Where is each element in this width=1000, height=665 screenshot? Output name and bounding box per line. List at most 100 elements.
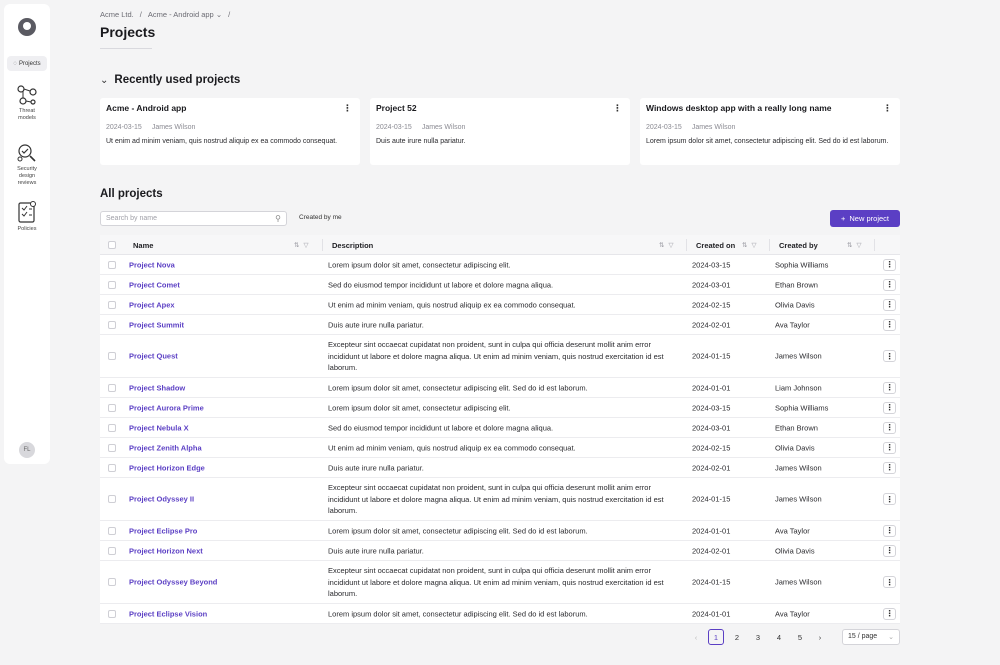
row-checkbox[interactable] (108, 546, 116, 555)
project-name-link[interactable]: Project Shadow (129, 383, 185, 392)
row-more-icon[interactable]: ⋮ (883, 258, 896, 271)
table-row[interactable]: Project Apex Ut enim ad minim veniam, qui… (100, 295, 900, 315)
project-name-link[interactable]: Project Apex (129, 300, 175, 309)
row-checkbox[interactable] (108, 352, 116, 360)
project-name-link[interactable]: Project Horizon Edge (129, 463, 205, 472)
search-input[interactable]: Search by name ⚲ (100, 211, 287, 226)
sidebar-item-threat-models[interactable]: Threat models (4, 84, 50, 122)
project-name-link[interactable]: Project Eclipse Pro (129, 526, 197, 535)
table-row[interactable]: Project Eclipse Vision Lorem ipsum dolor … (100, 604, 900, 624)
row-checkbox[interactable] (108, 280, 116, 289)
app-logo[interactable] (18, 18, 36, 36)
table-row[interactable]: Project Horizon Edge Duis aute irure null… (100, 458, 900, 478)
row-checkbox[interactable] (108, 320, 116, 329)
row-more-icon[interactable]: ⋮ (883, 524, 896, 537)
row-checkbox[interactable] (108, 260, 116, 269)
sort-filter-icon[interactable]: ⇅▽ (847, 241, 865, 249)
table-row[interactable]: Project Nebula X Sed do eiusmod tempor in… (100, 418, 900, 438)
more-icon[interactable]: ⋮ (343, 103, 352, 114)
table-row[interactable]: Project Summit Duis aute irure nulla pari… (100, 315, 900, 335)
table-row[interactable]: Project Zenith Alpha Ut enim ad minim ven… (100, 438, 900, 458)
sidebar-item-security-design-reviews[interactable]: Security design reviews (4, 142, 50, 187)
column-created-by[interactable]: Created by (779, 241, 818, 250)
sidebar-item-label: Security (17, 166, 37, 172)
row-more-icon[interactable]: ⋮ (883, 493, 896, 505)
project-name-link[interactable]: Project Nova (129, 260, 175, 269)
row-checkbox[interactable] (108, 463, 116, 472)
row-more-icon[interactable]: ⋮ (883, 607, 896, 620)
row-more-icon[interactable]: ⋮ (883, 318, 896, 331)
project-name-link[interactable]: Project Odyssey II (129, 495, 194, 504)
recent-project-card[interactable]: Acme - Android app ⋮ 2024-03-15 James Wil… (100, 98, 360, 165)
user-avatar[interactable]: FL (19, 442, 35, 458)
recent-project-card[interactable]: Windows desktop app with a really long n… (640, 98, 900, 165)
plus-icon: + (841, 214, 846, 223)
table-row[interactable]: Project Horizon Next Duis aute irure null… (100, 541, 900, 561)
row-more-icon[interactable]: ⋮ (883, 461, 896, 474)
sidebar-item-projects[interactable]: ◌ Projects (7, 56, 47, 71)
new-project-button[interactable]: + New project (830, 210, 900, 227)
project-name-link[interactable]: Project Odyssey Beyond (129, 578, 217, 587)
row-more-icon[interactable]: ⋮ (883, 576, 896, 588)
row-more-icon[interactable]: ⋮ (883, 298, 896, 311)
created-by-me-filter[interactable]: Created by me (299, 214, 342, 221)
more-icon[interactable]: ⋮ (613, 103, 622, 114)
table-row[interactable]: Project Aurora Prime Lorem ipsum dolor si… (100, 398, 900, 418)
row-checkbox[interactable] (108, 423, 116, 432)
page-button-5[interactable]: 5 (792, 629, 808, 645)
recent-project-card[interactable]: Project 52 ⋮ 2024-03-15 James Wilson Duis… (370, 98, 630, 165)
recent-projects-toggle[interactable]: ⌄ Recently used projects (100, 74, 240, 86)
next-page-icon[interactable]: › (814, 629, 826, 645)
row-checkbox[interactable] (108, 403, 116, 412)
project-name-link[interactable]: Project Zenith Alpha (129, 443, 202, 452)
project-name-link[interactable]: Project Horizon Next (129, 546, 203, 555)
sort-filter-icon[interactable]: ⇅▽ (659, 241, 677, 249)
row-checkbox[interactable] (108, 609, 116, 618)
row-more-icon[interactable]: ⋮ (883, 350, 896, 362)
row-more-icon[interactable]: ⋮ (883, 544, 896, 557)
project-name-link[interactable]: Project Eclipse Vision (129, 609, 207, 618)
more-icon[interactable]: ⋮ (883, 103, 892, 114)
table-row[interactable]: Project Comet Sed do eiusmod tempor incid… (100, 275, 900, 295)
table-row[interactable]: Project Shadow Lorem ipsum dolor sit amet… (100, 378, 900, 398)
page-button-4[interactable]: 4 (771, 629, 787, 645)
page-button-2[interactable]: 2 (729, 629, 745, 645)
table-row[interactable]: Project Nova Lorem ipsum dolor sit amet, … (100, 255, 900, 275)
sort-filter-icon[interactable]: ⇅▽ (742, 241, 760, 249)
project-name-link[interactable]: Project Quest (129, 352, 178, 361)
prev-page-icon[interactable]: ‹ (690, 629, 702, 645)
sort-filter-icon[interactable]: ⇅▽ (294, 241, 312, 249)
project-name-link[interactable]: Project Summit (129, 320, 184, 329)
row-checkbox[interactable] (108, 578, 116, 586)
column-name[interactable]: Name (133, 241, 153, 250)
row-more-icon[interactable]: ⋮ (883, 401, 896, 414)
row-checkbox[interactable] (108, 383, 116, 392)
table-body: Project Nova Lorem ipsum dolor sit amet, … (100, 255, 900, 624)
table-row[interactable]: Project Quest Excepteur sint occaecat cup… (100, 335, 900, 378)
row-checkbox[interactable] (108, 526, 116, 535)
sidebar-item-policies[interactable]: Policies (4, 200, 50, 233)
row-more-icon[interactable]: ⋮ (883, 441, 896, 454)
table-row[interactable]: Project Eclipse Pro Lorem ipsum dolor sit… (100, 521, 900, 541)
column-description[interactable]: Description (332, 241, 373, 250)
table-row[interactable]: Project Odyssey Beyond Excepteur sint occ… (100, 561, 900, 604)
breadcrumb-org[interactable]: Acme Ltd. (100, 10, 134, 19)
table-row[interactable]: Project Odyssey II Excepteur sint occaeca… (100, 478, 900, 521)
page-size-select[interactable]: 15 / page ⌄ (842, 629, 900, 645)
row-more-icon[interactable]: ⋮ (883, 381, 896, 394)
project-name-link[interactable]: Project Comet (129, 280, 180, 289)
card-date: 2024-03-15 (646, 124, 682, 131)
row-checkbox[interactable] (108, 300, 116, 309)
breadcrumb-separator: / (228, 10, 231, 19)
column-created-on[interactable]: Created on (696, 241, 735, 250)
page-button-1[interactable]: 1 (708, 629, 724, 645)
page-button-3[interactable]: 3 (750, 629, 766, 645)
row-checkbox[interactable] (108, 443, 116, 452)
row-more-icon[interactable]: ⋮ (883, 421, 896, 434)
row-checkbox[interactable] (108, 495, 116, 503)
project-name-link[interactable]: Project Nebula X (129, 423, 189, 432)
row-more-icon[interactable]: ⋮ (883, 278, 896, 291)
select-all-checkbox[interactable] (108, 241, 116, 249)
project-name-link[interactable]: Project Aurora Prime (129, 403, 204, 412)
breadcrumb-project[interactable]: Acme - Android app ⌄ (148, 10, 222, 19)
